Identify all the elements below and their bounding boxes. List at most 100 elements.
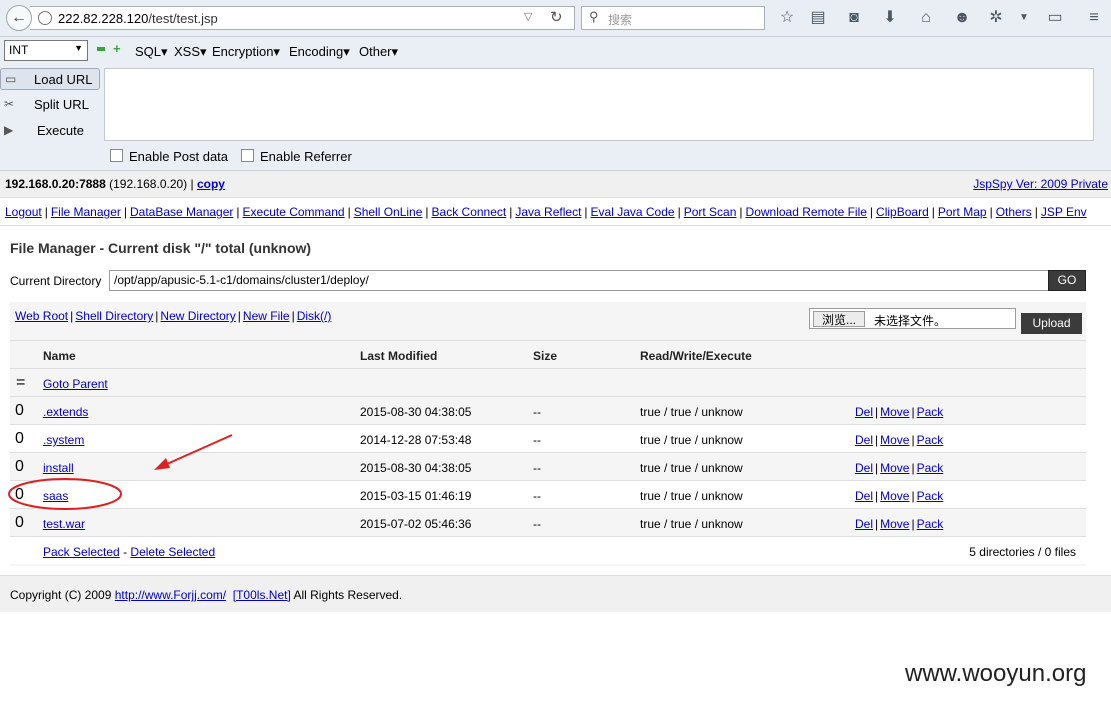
go-button[interactable]: GO: [1048, 270, 1086, 291]
goto-parent-link[interactable]: Goto Parent: [43, 377, 108, 391]
menu-encryption[interactable]: Encryption▾: [212, 44, 280, 60]
search-bar[interactable]: ⚲ 搜索: [581, 6, 765, 30]
checkbox-icon: [241, 149, 254, 162]
execute-button[interactable]: ▶ Execute: [0, 120, 100, 142]
current-directory-input[interactable]: /opt/app/apusic-5.1-c1/domains/cluster1/…: [109, 270, 1049, 291]
t00ls-link[interactable]: [T00ls.Net]: [233, 588, 291, 602]
nav-separator: |: [869, 205, 874, 219]
enable-referrer-checkbox[interactable]: Enable Referrer: [241, 149, 352, 164]
row-actions: Del | Move | Pack: [855, 405, 944, 419]
url-textarea[interactable]: [104, 68, 1094, 141]
new-directory-link[interactable]: New Directory: [160, 309, 235, 323]
nav-link-port-scan[interactable]: Port Scan: [684, 205, 737, 219]
new-file-link[interactable]: New File: [243, 309, 290, 323]
globe-icon: [38, 11, 52, 25]
pack-link[interactable]: Pack: [917, 461, 944, 475]
menu-sql[interactable]: SQL▾: [135, 44, 168, 60]
nav-link-others[interactable]: Others: [996, 205, 1032, 219]
copy-link[interactable]: copy: [197, 177, 225, 191]
menu-other[interactable]: Other▾: [359, 44, 398, 60]
extension-icon[interactable]: ✲: [985, 7, 1007, 29]
load-url-button[interactable]: ▭ Load URL: [0, 68, 100, 90]
version-link[interactable]: JspSpy Ver: 2009 Private: [973, 177, 1108, 191]
nav-link-download-remote-file[interactable]: Download Remote File: [746, 205, 867, 219]
notes-icon[interactable]: ▭: [1044, 7, 1066, 29]
menu-xss[interactable]: XSS▾: [174, 44, 207, 60]
url-bar[interactable]: 222.82.228.120/test/test.jsp ▽ ↻: [30, 6, 575, 30]
shell-directory-link[interactable]: Shell Directory: [75, 309, 153, 323]
del-link[interactable]: Del: [855, 489, 873, 503]
search-icon: ⚲: [589, 9, 599, 24]
nav-link-eval-java-code[interactable]: Eval Java Code: [591, 205, 675, 219]
reload-icon[interactable]: ↻: [550, 8, 563, 26]
nav-link-jsp-env[interactable]: JSP Env: [1041, 205, 1087, 219]
file-input[interactable]: 浏览... 未选择文件。: [809, 308, 1016, 329]
nav-link-logout[interactable]: Logout: [5, 205, 42, 219]
nav-link-back-connect[interactable]: Back Connect: [432, 205, 507, 219]
file-name-link[interactable]: .extends: [43, 405, 88, 419]
encoding-type-select[interactable]: INT ▼: [4, 40, 88, 61]
col-name: Name: [43, 349, 76, 363]
web-root-link[interactable]: Web Root: [15, 309, 68, 323]
file-name-link[interactable]: install: [43, 461, 74, 475]
menu-encoding[interactable]: Encoding▾: [289, 44, 350, 60]
forjj-link[interactable]: http://www.Forjj.com/: [115, 588, 226, 602]
hackbar: INT ▼ + SQL▾ XSS▾ Encryption▾ Encoding▾ O…: [0, 37, 1111, 171]
pocket-icon[interactable]: ◙: [843, 7, 865, 29]
url-dropdown-icon[interactable]: ▽: [524, 10, 532, 23]
disk-link[interactable]: Disk(/): [297, 309, 332, 323]
move-link[interactable]: Move: [880, 433, 909, 447]
folder-icon: 0: [15, 458, 24, 475]
permissions: true / true / unknow: [640, 517, 743, 531]
download-icon[interactable]: ⬇: [879, 7, 901, 29]
move-link[interactable]: Move: [880, 405, 909, 419]
home-icon[interactable]: ⌂: [915, 7, 937, 29]
nav-link-execute-command[interactable]: Execute Command: [243, 205, 345, 219]
pack-selected-link[interactable]: Pack Selected: [43, 545, 120, 559]
nav-link-java-reflect[interactable]: Java Reflect: [515, 205, 581, 219]
enable-post-checkbox[interactable]: Enable Post data: [110, 149, 228, 164]
nav-link-port-map[interactable]: Port Map: [938, 205, 987, 219]
reading-list-icon[interactable]: ▤: [807, 7, 829, 29]
del-link[interactable]: Del: [855, 461, 873, 475]
nav-separator: |: [236, 205, 240, 219]
search-input[interactable]: 搜索: [608, 11, 632, 28]
nav-separator: |: [123, 205, 127, 219]
split-url-button[interactable]: ✂ Split URL: [0, 94, 100, 116]
nav-separator: |: [931, 205, 935, 219]
plus-icon[interactable]: +: [113, 42, 121, 55]
move-link[interactable]: Move: [880, 517, 909, 531]
file-name-link[interactable]: .system: [43, 433, 84, 447]
menu-icon[interactable]: ≡: [1083, 7, 1105, 29]
pack-link[interactable]: Pack: [917, 517, 944, 531]
last-modified: 2015-08-30 04:38:05: [360, 405, 472, 419]
del-link[interactable]: Del: [855, 517, 873, 531]
nav-link-shell-online[interactable]: Shell OnLine: [354, 205, 423, 219]
url-text[interactable]: 222.82.228.120/test/test.jsp: [58, 11, 218, 26]
nav-separator: |: [347, 205, 351, 219]
pack-link[interactable]: Pack: [917, 405, 944, 419]
del-link[interactable]: Del: [855, 405, 873, 419]
nav-link-database-manager[interactable]: DataBase Manager: [130, 205, 233, 219]
folder-icon: 0: [15, 430, 24, 447]
nav-separator: |: [989, 205, 993, 219]
pack-link[interactable]: Pack: [917, 433, 944, 447]
minus-icon[interactable]: [97, 47, 105, 51]
star-icon[interactable]: ☆: [776, 7, 798, 29]
size: --: [533, 489, 541, 503]
main-nav: Logout | File Manager | DataBase Manager | Exe…: [0, 199, 1111, 226]
del-link[interactable]: Del: [855, 433, 873, 447]
file-name-link[interactable]: test.war: [43, 517, 85, 531]
move-link[interactable]: Move: [880, 461, 909, 475]
chat-icon[interactable]: ☻: [951, 7, 973, 29]
upload-button[interactable]: Upload: [1021, 313, 1082, 334]
pack-link[interactable]: Pack: [917, 489, 944, 503]
browse-button[interactable]: 浏览...: [813, 311, 866, 327]
move-link[interactable]: Move: [880, 489, 909, 503]
file-name-link[interactable]: saas: [43, 489, 68, 503]
extension-dropdown-icon[interactable]: ▼: [1013, 7, 1035, 29]
nav-link-clipboard[interactable]: ClipBoard: [876, 205, 929, 219]
back-button[interactable]: ←: [6, 5, 32, 31]
delete-selected-link[interactable]: Delete Selected: [130, 545, 215, 559]
nav-link-file-manager[interactable]: File Manager: [51, 205, 121, 219]
